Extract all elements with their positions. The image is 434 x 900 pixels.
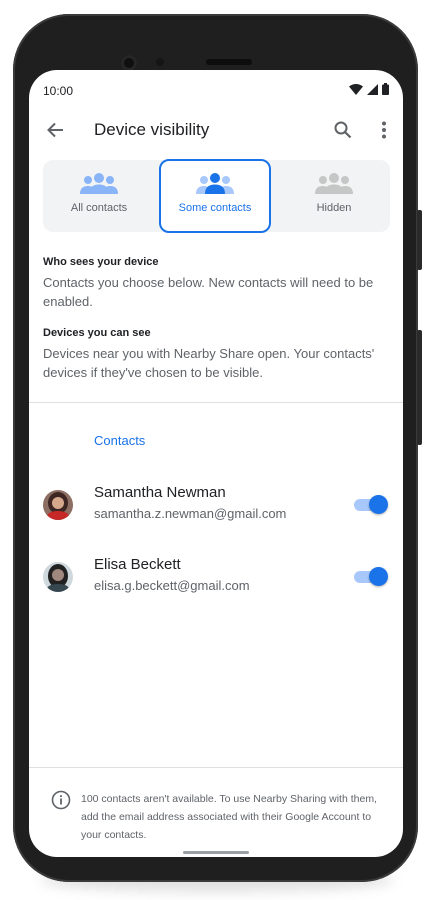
- more-options-button[interactable]: [368, 114, 400, 146]
- contacts-heading: Contacts: [94, 433, 146, 448]
- search-icon: [334, 121, 352, 139]
- battery-icon: [382, 83, 389, 95]
- contact-visibility-toggle[interactable]: [352, 566, 388, 586]
- earpiece-speaker: [206, 59, 252, 65]
- option-label: All contacts: [70, 202, 128, 214]
- footer-divider: [29, 767, 403, 768]
- power-button: [417, 210, 422, 270]
- phone-screen: 10:00 Device visibility All contacts Som…: [29, 70, 403, 857]
- proximity-sensor: [156, 58, 164, 66]
- back-button[interactable]: [39, 114, 71, 146]
- group-icon: [80, 173, 118, 194]
- section-divider: [29, 402, 403, 403]
- toggle-thumb: [369, 495, 388, 514]
- search-button[interactable]: [327, 114, 359, 146]
- contact-name: Elisa Beckett: [94, 556, 181, 573]
- option-some-contacts[interactable]: Some contacts: [159, 159, 271, 233]
- status-bar: 10:00: [29, 70, 403, 110]
- wifi-icon: [349, 83, 363, 95]
- contact-row[interactable]: Elisa Beckett elisa.g.beckett@gmail.com: [29, 556, 403, 606]
- contact-row[interactable]: Samantha Newman samantha.z.newman@gmail.…: [29, 484, 403, 534]
- contact-email: samantha.z.newman@gmail.com: [94, 506, 287, 521]
- page-title: Device visibility: [94, 120, 210, 139]
- contact-email: elisa.g.beckett@gmail.com: [94, 578, 250, 593]
- group-hidden-icon: [315, 173, 353, 194]
- devices-see-body: Devices near you with Nearby Share open.…: [43, 346, 375, 380]
- option-all-contacts[interactable]: All contacts: [43, 160, 155, 232]
- status-icons: [349, 83, 389, 95]
- who-sees-heading: Who sees your device: [43, 256, 159, 268]
- cellular-signal-icon: [367, 83, 378, 95]
- group-selected-icon: [196, 173, 234, 194]
- contact-visibility-toggle[interactable]: [352, 494, 388, 514]
- avatar: [43, 562, 73, 592]
- visibility-selector: All contacts Some contacts Hidden: [43, 159, 390, 233]
- contact-name: Samantha Newman: [94, 484, 226, 501]
- avatar: [43, 490, 73, 520]
- info-icon: [51, 790, 71, 810]
- who-sees-body: Contacts you choose below. New contacts …: [43, 275, 374, 309]
- devices-see-heading: Devices you can see: [43, 327, 151, 339]
- back-arrow-icon: [47, 122, 63, 138]
- unavailable-contacts-note: 100 contacts aren't available. To use Ne…: [81, 793, 377, 841]
- volume-button: [417, 330, 422, 445]
- front-camera: [121, 55, 137, 71]
- home-gesture-bar[interactable]: [183, 851, 249, 854]
- option-label: Hidden: [316, 202, 352, 214]
- option-hidden[interactable]: Hidden: [278, 160, 390, 232]
- more-vert-icon: [382, 121, 386, 139]
- status-time: 10:00: [43, 84, 74, 98]
- toggle-thumb: [369, 567, 388, 586]
- option-label: Some contacts: [178, 202, 252, 214]
